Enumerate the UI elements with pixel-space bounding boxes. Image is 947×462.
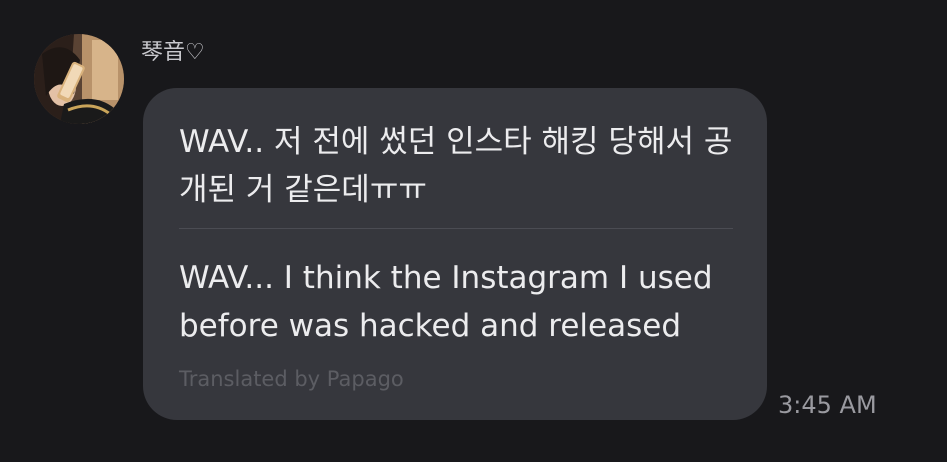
chat-screen: 琴音♡ WAV.. 저 전에 썼던 인스타 해킹 당해서 공개된 거 같은데ㅠㅠ… [0,0,947,462]
sender-avatar[interactable] [34,34,124,124]
sender-name: 琴音♡ [141,40,205,65]
original-message-text: WAV.. 저 전에 썼던 인스타 해킹 당해서 공개된 거 같은데ㅠㅠ [179,124,733,208]
avatar-photo [34,34,124,124]
translator-credit: Translated by Papago [179,367,404,391]
message-bubble[interactable]: WAV.. 저 전에 썼던 인스타 해킹 당해서 공개된 거 같은데ㅠㅠ WAV… [143,88,767,420]
message-timestamp: 3:45 AM [778,391,877,419]
translated-message-text: WAV... I think the Instagram I used befo… [179,260,713,344]
translation-divider [179,228,733,229]
